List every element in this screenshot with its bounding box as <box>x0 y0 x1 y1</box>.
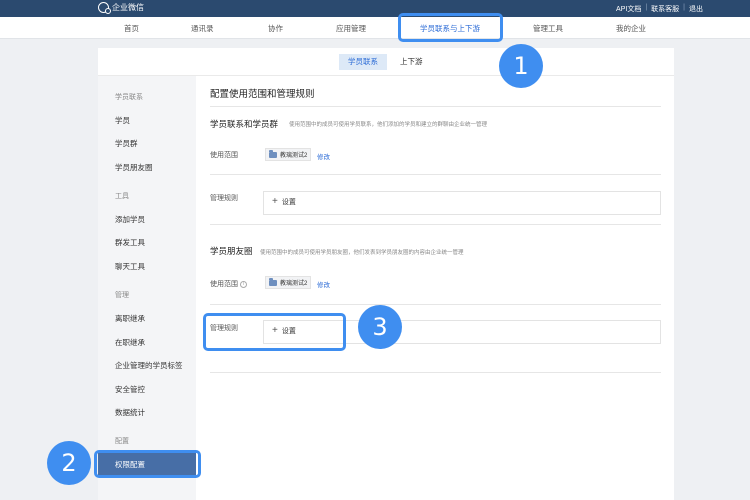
divider <box>210 106 661 107</box>
brand-logo[interactable]: 企业微信 <box>98 2 144 14</box>
highlight-rules-setting <box>203 313 346 351</box>
edit-scope-link[interactable]: 修改 <box>317 279 330 289</box>
divider <box>210 224 661 225</box>
brand-name: 企业微信 <box>112 3 144 12</box>
highlight-permissions <box>94 450 201 478</box>
sidebar: 学员联系 学员 学员群 学员朋友圈 工具 添加学员 群发工具 聊天工具 管理 离… <box>98 76 196 500</box>
sidebar-item-student-moments[interactable]: 学员朋友圈 <box>115 162 153 173</box>
callout-badge-1: 1 <box>499 44 543 88</box>
sidebar-item-chat-tool[interactable]: 聊天工具 <box>115 261 145 272</box>
scope-tag-text: 教璃测试2 <box>280 153 308 159</box>
section-desc-contacts: 使用范围中的成员可使用学员联系，他们添加的学员和建立的群聊由企业统一管理 <box>289 122 488 128</box>
nav-home[interactable]: 首页 <box>124 23 139 34</box>
tab-upstream-downstream[interactable]: 上下游 <box>391 54 432 70</box>
rules-box: + 设置 <box>263 191 661 215</box>
sidebar-group-management: 管理 <box>115 292 129 299</box>
sidebar-item-student-groups[interactable]: 学员群 <box>115 138 138 149</box>
sidebar-item-add-students[interactable]: 添加学员 <box>115 214 145 225</box>
info-icon[interactable]: i <box>240 280 247 288</box>
main-nav: 首页 通讯录 协作 应用管理 学员联系与上下游 管理工具 我的企业 <box>0 17 750 39</box>
nav-contacts[interactable]: 通讯录 <box>191 23 214 34</box>
set-rules-label: 设置 <box>281 199 296 206</box>
rules-label: 管理规则 <box>210 195 238 202</box>
sidebar-item-students[interactable]: 学员 <box>115 115 130 126</box>
sidebar-item-broadcast-tool[interactable]: 群发工具 <box>115 237 145 248</box>
sidebar-item-onjob-inherit[interactable]: 在职继承 <box>115 337 145 348</box>
scope-tag: 教璃测试2 <box>265 148 312 161</box>
edit-scope-link[interactable]: 修改 <box>317 151 330 161</box>
folder-icon <box>269 277 277 286</box>
callout-badge-3: 3 <box>358 305 402 349</box>
sidebar-item-student-tags[interactable]: 企业管理的学员标签 <box>115 360 183 371</box>
sidebar-item-statistics[interactable]: 数据统计 <box>115 407 145 418</box>
nav-my-company[interactable]: 我的企业 <box>616 23 646 34</box>
scope-tag: 教璃测试2 <box>265 276 312 289</box>
sidebar-group-config: 配置 <box>115 438 129 445</box>
plus-icon: + <box>272 196 278 207</box>
sub-tabs: 学员联系 上下游 <box>98 48 674 76</box>
divider: | <box>645 4 648 11</box>
folder-icon <box>269 149 277 158</box>
nav-collaboration[interactable]: 协作 <box>268 23 283 34</box>
top-bar: 企业微信 API文档 | 联系客服 | 退出 <box>0 0 750 17</box>
main-panel: 配置使用范围和管理规则 学员联系和学员群 使用范围中的成员可使用学员联系，他们添… <box>210 76 661 500</box>
set-rules-button[interactable]: + 设置 <box>272 197 296 207</box>
sidebar-item-security[interactable]: 安全管控 <box>115 384 145 395</box>
divider <box>210 304 661 305</box>
sidebar-group-student-contacts: 学员联系 <box>115 94 143 101</box>
divider <box>210 174 661 175</box>
divider <box>210 372 661 373</box>
api-docs-link[interactable]: API文档 <box>616 4 641 14</box>
wecom-logo-icon <box>98 2 111 14</box>
scope-label: 使用范围 <box>210 152 238 159</box>
nav-app-management[interactable]: 应用管理 <box>336 23 366 34</box>
section-title-moments: 学员朋友圈 <box>210 246 253 256</box>
scope-label: 使用范围 i <box>210 279 247 289</box>
contact-support-link[interactable]: 联系客服 <box>651 4 679 14</box>
sidebar-group-tools: 工具 <box>115 193 129 200</box>
highlight-nav-tab <box>398 13 503 42</box>
nav-management-tools[interactable]: 管理工具 <box>533 23 563 34</box>
section-desc-moments: 使用范围中的成员可使用学员朋友圈，他们发表到学员朋友圈的内容由企业统一管理 <box>260 250 464 256</box>
divider: | <box>683 4 685 11</box>
sidebar-item-resigned-inherit[interactable]: 离职继承 <box>115 313 145 324</box>
page-title: 配置使用范围和管理规则 <box>210 89 315 100</box>
logout-link[interactable]: 退出 <box>689 4 703 14</box>
tab-student-contacts[interactable]: 学员联系 <box>339 54 387 70</box>
scope-tag-text: 教璃测试2 <box>280 281 308 287</box>
callout-badge-2: 2 <box>47 441 91 485</box>
top-links: API文档 | 联系客服 | 退出 <box>616 4 703 14</box>
section-title-contacts: 学员联系和学员群 <box>210 119 279 129</box>
content-card: 学员联系 上下游 学员联系 学员 学员群 学员朋友圈 工具 添加学员 群发工具 … <box>98 48 674 500</box>
